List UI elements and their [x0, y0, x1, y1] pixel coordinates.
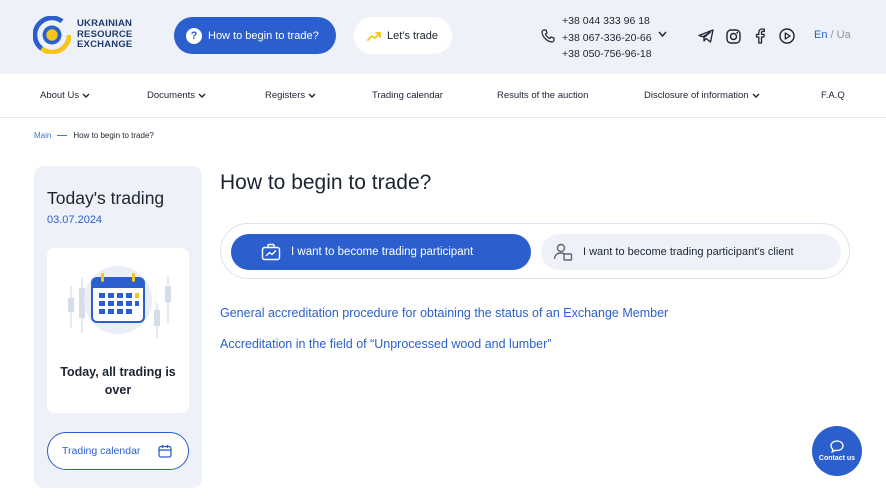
chevron-down-icon — [752, 93, 760, 98]
breadcrumb-current: How to begin to trade? — [73, 131, 154, 140]
phone-number[interactable]: +38 050-756-96-18 — [562, 46, 652, 63]
chevron-down-icon[interactable] — [658, 31, 667, 37]
todays-trading-title: Today's trading — [47, 188, 165, 208]
logo-mark-icon — [33, 16, 71, 54]
language-switcher: En / Ua — [814, 29, 851, 41]
chevron-down-icon — [82, 93, 90, 98]
nav-item-trading-calendar[interactable]: Trading calendar — [372, 90, 443, 101]
breadcrumb-home[interactable]: Main — [34, 131, 51, 140]
how-to-begin-button[interactable]: ? How to begin to trade? — [174, 17, 336, 54]
trading-calendar-label: Trading calendar — [62, 445, 141, 457]
chat-bubble-icon — [830, 440, 844, 453]
phone-icon — [541, 29, 555, 43]
nav-item-label: F.A.Q — [821, 90, 845, 101]
lang-separator: / — [827, 29, 837, 41]
calendar-chart-illustration-icon — [68, 266, 171, 338]
tab-trading-participant-label: I want to become trading participant — [291, 246, 474, 258]
contact-us-button[interactable]: Contact us — [812, 426, 862, 476]
instagram-icon[interactable] — [724, 27, 742, 45]
breadcrumb: Main How to begin to trade? — [34, 131, 154, 140]
chevron-down-icon — [308, 93, 316, 98]
nav-item-label: Trading calendar — [372, 90, 443, 101]
link-general-accreditation[interactable]: General accreditation procedure for obta… — [220, 306, 668, 320]
trading-status-text: Today, all trading is over — [60, 365, 176, 397]
site-header: UKRAINIAN RESOURCE EXCHANGE ? How to beg… — [0, 0, 886, 74]
user-card-icon — [553, 243, 573, 261]
page-title: How to begin to trade? — [220, 171, 432, 194]
lets-trade-label: Let's trade — [387, 29, 439, 42]
nav-item-label: Documents — [147, 90, 196, 101]
nav-item-about-us[interactable]: About Us — [40, 90, 90, 101]
phone-number[interactable]: +38 067-336-20-66 — [562, 30, 652, 47]
nav-item-faq[interactable]: F.A.Q — [821, 90, 845, 101]
how-to-begin-label: How to begin to trade? — [208, 29, 319, 42]
briefcase-chart-icon — [261, 243, 281, 261]
question-icon: ? — [186, 27, 202, 44]
trend-up-icon — [367, 31, 381, 41]
breadcrumb-separator — [57, 135, 68, 136]
chevron-down-icon — [198, 93, 206, 98]
contact-us-label: Contact us — [818, 455, 856, 462]
phone-number[interactable]: +38 044 333 96 18 — [562, 13, 652, 30]
trading-calendar-button[interactable]: Trading calendar — [47, 432, 189, 470]
tab-participant-client-label: I want to become trading participant's c… — [583, 246, 794, 258]
youtube-icon[interactable] — [778, 27, 796, 45]
lang-ua[interactable]: Ua — [837, 29, 851, 41]
lang-en[interactable]: En — [814, 29, 827, 41]
nav-item-label: About Us — [40, 90, 80, 101]
todays-trading-panel: Today's trading 03.07.2024 Today, all tr… — [34, 166, 202, 488]
calendar-icon — [158, 445, 172, 458]
lets-trade-button[interactable]: Let's trade — [354, 17, 452, 54]
telegram-icon[interactable] — [697, 27, 715, 45]
participant-type-tabs: I want to become trading participant I w… — [220, 223, 850, 279]
nav-item-auction-results[interactable]: Results of the auction — [497, 90, 588, 101]
logo[interactable]: UKRAINIAN RESOURCE EXCHANGE — [33, 15, 148, 55]
nav-item-label: Results of the auction — [497, 90, 589, 101]
nav-item-label: Registers — [265, 90, 306, 101]
tab-trading-participant[interactable]: I want to become trading participant — [231, 234, 531, 270]
nav-item-label: Disclosure of information — [644, 90, 749, 101]
tab-participant-client[interactable]: I want to become trading participant's c… — [541, 234, 841, 270]
phone-list: +38 044 333 96 18 +38 067-336-20-66 +38 … — [562, 13, 652, 63]
trading-date: 03.07.2024 — [47, 214, 103, 226]
nav-item-registers[interactable]: Registers — [265, 90, 316, 101]
link-wood-lumber-accreditation[interactable]: Accreditation in the field of “Unprocess… — [220, 337, 551, 351]
nav-item-documents[interactable]: Documents — [147, 90, 206, 101]
logo-text: UKRAINIAN RESOURCE EXCHANGE — [77, 18, 133, 51]
main-nav: About Us Documents Registers Trading cal… — [0, 74, 886, 118]
facebook-icon[interactable] — [751, 27, 769, 45]
nav-item-disclosure[interactable]: Disclosure of information — [644, 90, 760, 101]
trading-status-card: Today, all trading is over — [47, 248, 189, 413]
